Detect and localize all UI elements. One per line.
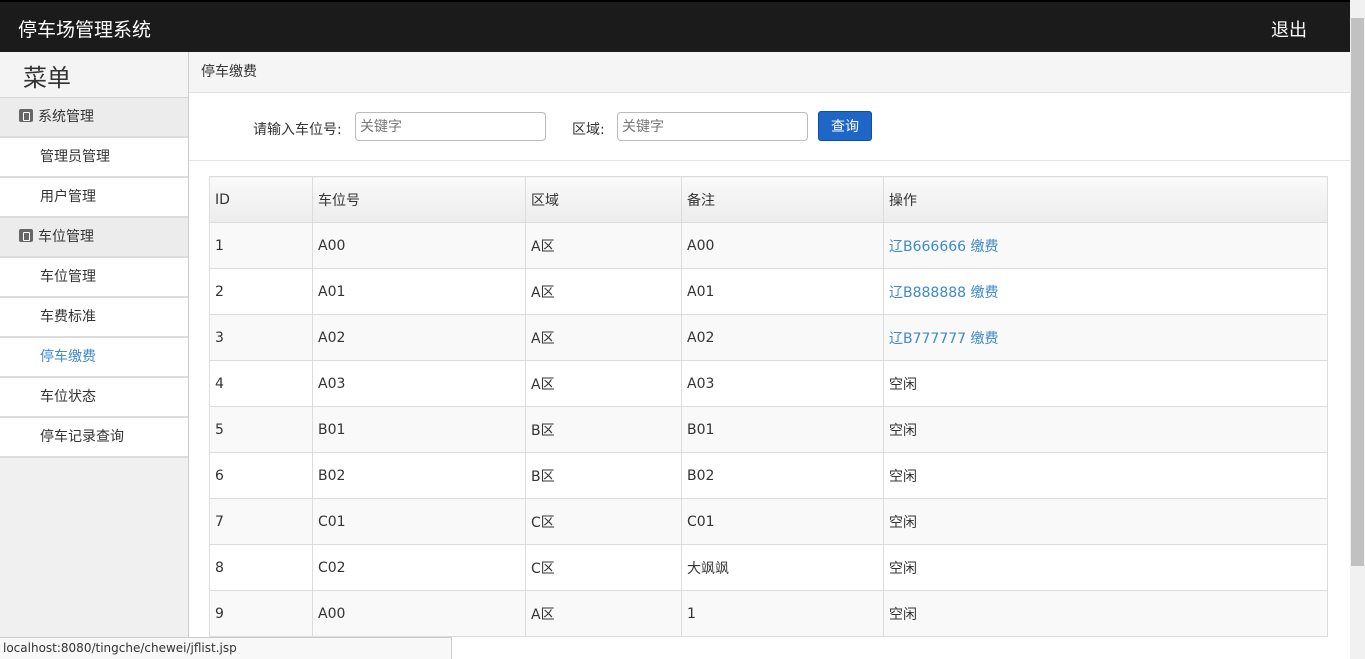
cell-area: A区 bbox=[525, 590, 682, 637]
cell-area: B区 bbox=[525, 406, 682, 453]
table-row: 7 C01 C区 C01 空闲 bbox=[209, 498, 1328, 545]
column-header-action: 操作 bbox=[883, 176, 1328, 223]
pay-link[interactable]: 辽B666666 缴费 bbox=[889, 239, 999, 255]
cell-space: A03 bbox=[312, 360, 526, 407]
space-number-input[interactable] bbox=[355, 112, 546, 141]
table-row: 4 A03 A区 A03 空闲 bbox=[209, 360, 1328, 407]
cell-area: A区 bbox=[525, 360, 682, 407]
space-number-label: 请输入车位号: bbox=[253, 122, 342, 138]
parking-space-table: ID 车位号 区域 备注 操作 1 A00 A区 A00 辽B666666 缴费 2 A01… bbox=[209, 176, 1328, 637]
sidebar-item-space-management[interactable]: 车位管理 bbox=[0, 258, 188, 298]
cell-id: 3 bbox=[209, 314, 313, 361]
cell-space: A00 bbox=[312, 222, 526, 269]
status-text: 空闲 bbox=[889, 560, 917, 577]
cell-note: 大飒飒 bbox=[681, 544, 884, 591]
menu-group-label: 车位管理 bbox=[38, 229, 94, 245]
table-row: 9 A00 A区 1 空闲 bbox=[209, 590, 1328, 637]
area-label: 区域: bbox=[572, 122, 605, 138]
cell-action: 辽B666666 缴费 bbox=[883, 222, 1328, 269]
breadcrumb: 停车缴费 bbox=[189, 52, 1350, 93]
table-row: 3 A02 A区 A02 辽B777777 缴费 bbox=[209, 314, 1328, 361]
status-text: 空闲 bbox=[889, 514, 917, 531]
cell-action: 辽B777777 缴费 bbox=[883, 314, 1328, 361]
cell-action: 空闲 bbox=[883, 498, 1328, 545]
cell-space: B01 bbox=[312, 406, 526, 453]
cell-area: C区 bbox=[525, 498, 682, 545]
cell-note: A02 bbox=[681, 314, 884, 361]
cell-id: 7 bbox=[209, 498, 313, 545]
pay-link[interactable]: 辽B888888 缴费 bbox=[889, 285, 999, 301]
table-row: 5 B01 B区 B01 空闲 bbox=[209, 406, 1328, 453]
cell-area: A区 bbox=[525, 268, 682, 315]
sidebar: 菜单 系统管理 管理员管理 用户管理 车位管理 车位管理 车费标准 停车缴费 车… bbox=[0, 52, 189, 659]
cell-id: 9 bbox=[209, 590, 313, 637]
cell-note: A03 bbox=[681, 360, 884, 407]
cell-space: A01 bbox=[312, 268, 526, 315]
column-header-note: 备注 bbox=[681, 176, 884, 223]
cell-action: 辽B888888 缴费 bbox=[883, 268, 1328, 315]
cell-area: C区 bbox=[525, 544, 682, 591]
status-text: 空闲 bbox=[889, 422, 917, 439]
vertical-scrollbar-thumb[interactable] bbox=[1351, 18, 1364, 566]
logout-link[interactable]: 退出 bbox=[1271, 16, 1307, 42]
cell-id: 4 bbox=[209, 360, 313, 407]
sidebar-item-user-management[interactable]: 用户管理 bbox=[0, 178, 188, 218]
pay-link[interactable]: 辽B777777 缴费 bbox=[889, 331, 999, 347]
cell-area: A区 bbox=[525, 314, 682, 361]
column-header-space: 车位号 bbox=[312, 176, 526, 223]
sidebar-item-space-status[interactable]: 车位状态 bbox=[0, 378, 188, 418]
cell-space: C01 bbox=[312, 498, 526, 545]
cell-note: A00 bbox=[681, 222, 884, 269]
cell-id: 6 bbox=[209, 452, 313, 499]
status-text: 空闲 bbox=[889, 606, 917, 623]
menu-group-label: 系统管理 bbox=[38, 109, 94, 125]
cell-area: B区 bbox=[525, 452, 682, 499]
table-row: 8 C02 C区 大飒飒 空闲 bbox=[209, 544, 1328, 591]
table-row: 1 A00 A区 A00 辽B666666 缴费 bbox=[209, 222, 1328, 269]
menu-group-system[interactable]: 系统管理 bbox=[0, 98, 188, 138]
cell-action: 空闲 bbox=[883, 360, 1328, 407]
search-bar: 请输入车位号: 区域: 查询 bbox=[189, 93, 1350, 161]
menu-title: 菜单 bbox=[0, 52, 188, 98]
cell-id: 2 bbox=[209, 268, 313, 315]
query-button[interactable]: 查询 bbox=[818, 111, 872, 141]
cell-id: 1 bbox=[209, 222, 313, 269]
bookmark-icon bbox=[19, 109, 33, 122]
sidebar-item-parking-records[interactable]: 停车记录查询 bbox=[0, 418, 188, 458]
cell-action: 空闲 bbox=[883, 452, 1328, 499]
cell-note: A01 bbox=[681, 268, 884, 315]
cell-space: A02 bbox=[312, 314, 526, 361]
cell-id: 8 bbox=[209, 544, 313, 591]
sidebar-item-parking-payment[interactable]: 停车缴费 bbox=[0, 338, 188, 378]
column-header-id: ID bbox=[209, 176, 313, 223]
menu-group-parking[interactable]: 车位管理 bbox=[0, 218, 188, 258]
cell-space: C02 bbox=[312, 544, 526, 591]
sidebar-item-fee-standard[interactable]: 车费标准 bbox=[0, 298, 188, 338]
area-input[interactable] bbox=[617, 112, 808, 141]
cell-space: B02 bbox=[312, 452, 526, 499]
cell-action: 空闲 bbox=[883, 590, 1328, 637]
cell-action: 空闲 bbox=[883, 406, 1328, 453]
cell-action: 空闲 bbox=[883, 544, 1328, 591]
table-header-row: ID 车位号 区域 备注 操作 bbox=[209, 176, 1328, 223]
column-header-area: 区域 bbox=[525, 176, 682, 223]
table-row: 2 A01 A区 A01 辽B888888 缴费 bbox=[209, 268, 1328, 315]
cell-note: C01 bbox=[681, 498, 884, 545]
cell-note: B01 bbox=[681, 406, 884, 453]
status-text: 空闲 bbox=[889, 468, 917, 485]
table-row: 6 B02 B区 B02 空闲 bbox=[209, 452, 1328, 499]
cell-note: B02 bbox=[681, 452, 884, 499]
cell-space: A00 bbox=[312, 590, 526, 637]
bookmark-icon bbox=[19, 229, 33, 242]
app-title: 停车场管理系统 bbox=[18, 19, 152, 41]
cell-note: 1 bbox=[681, 590, 884, 637]
sidebar-item-admin-management[interactable]: 管理员管理 bbox=[0, 138, 188, 178]
cell-area: A区 bbox=[525, 222, 682, 269]
top-navbar: 停车场管理系统 退出 bbox=[0, 0, 1350, 52]
browser-status-bar: localhost:8080/tingche/chewei/jflist.jsp bbox=[0, 637, 452, 659]
status-text: 空闲 bbox=[889, 376, 917, 393]
cell-id: 5 bbox=[209, 406, 313, 453]
